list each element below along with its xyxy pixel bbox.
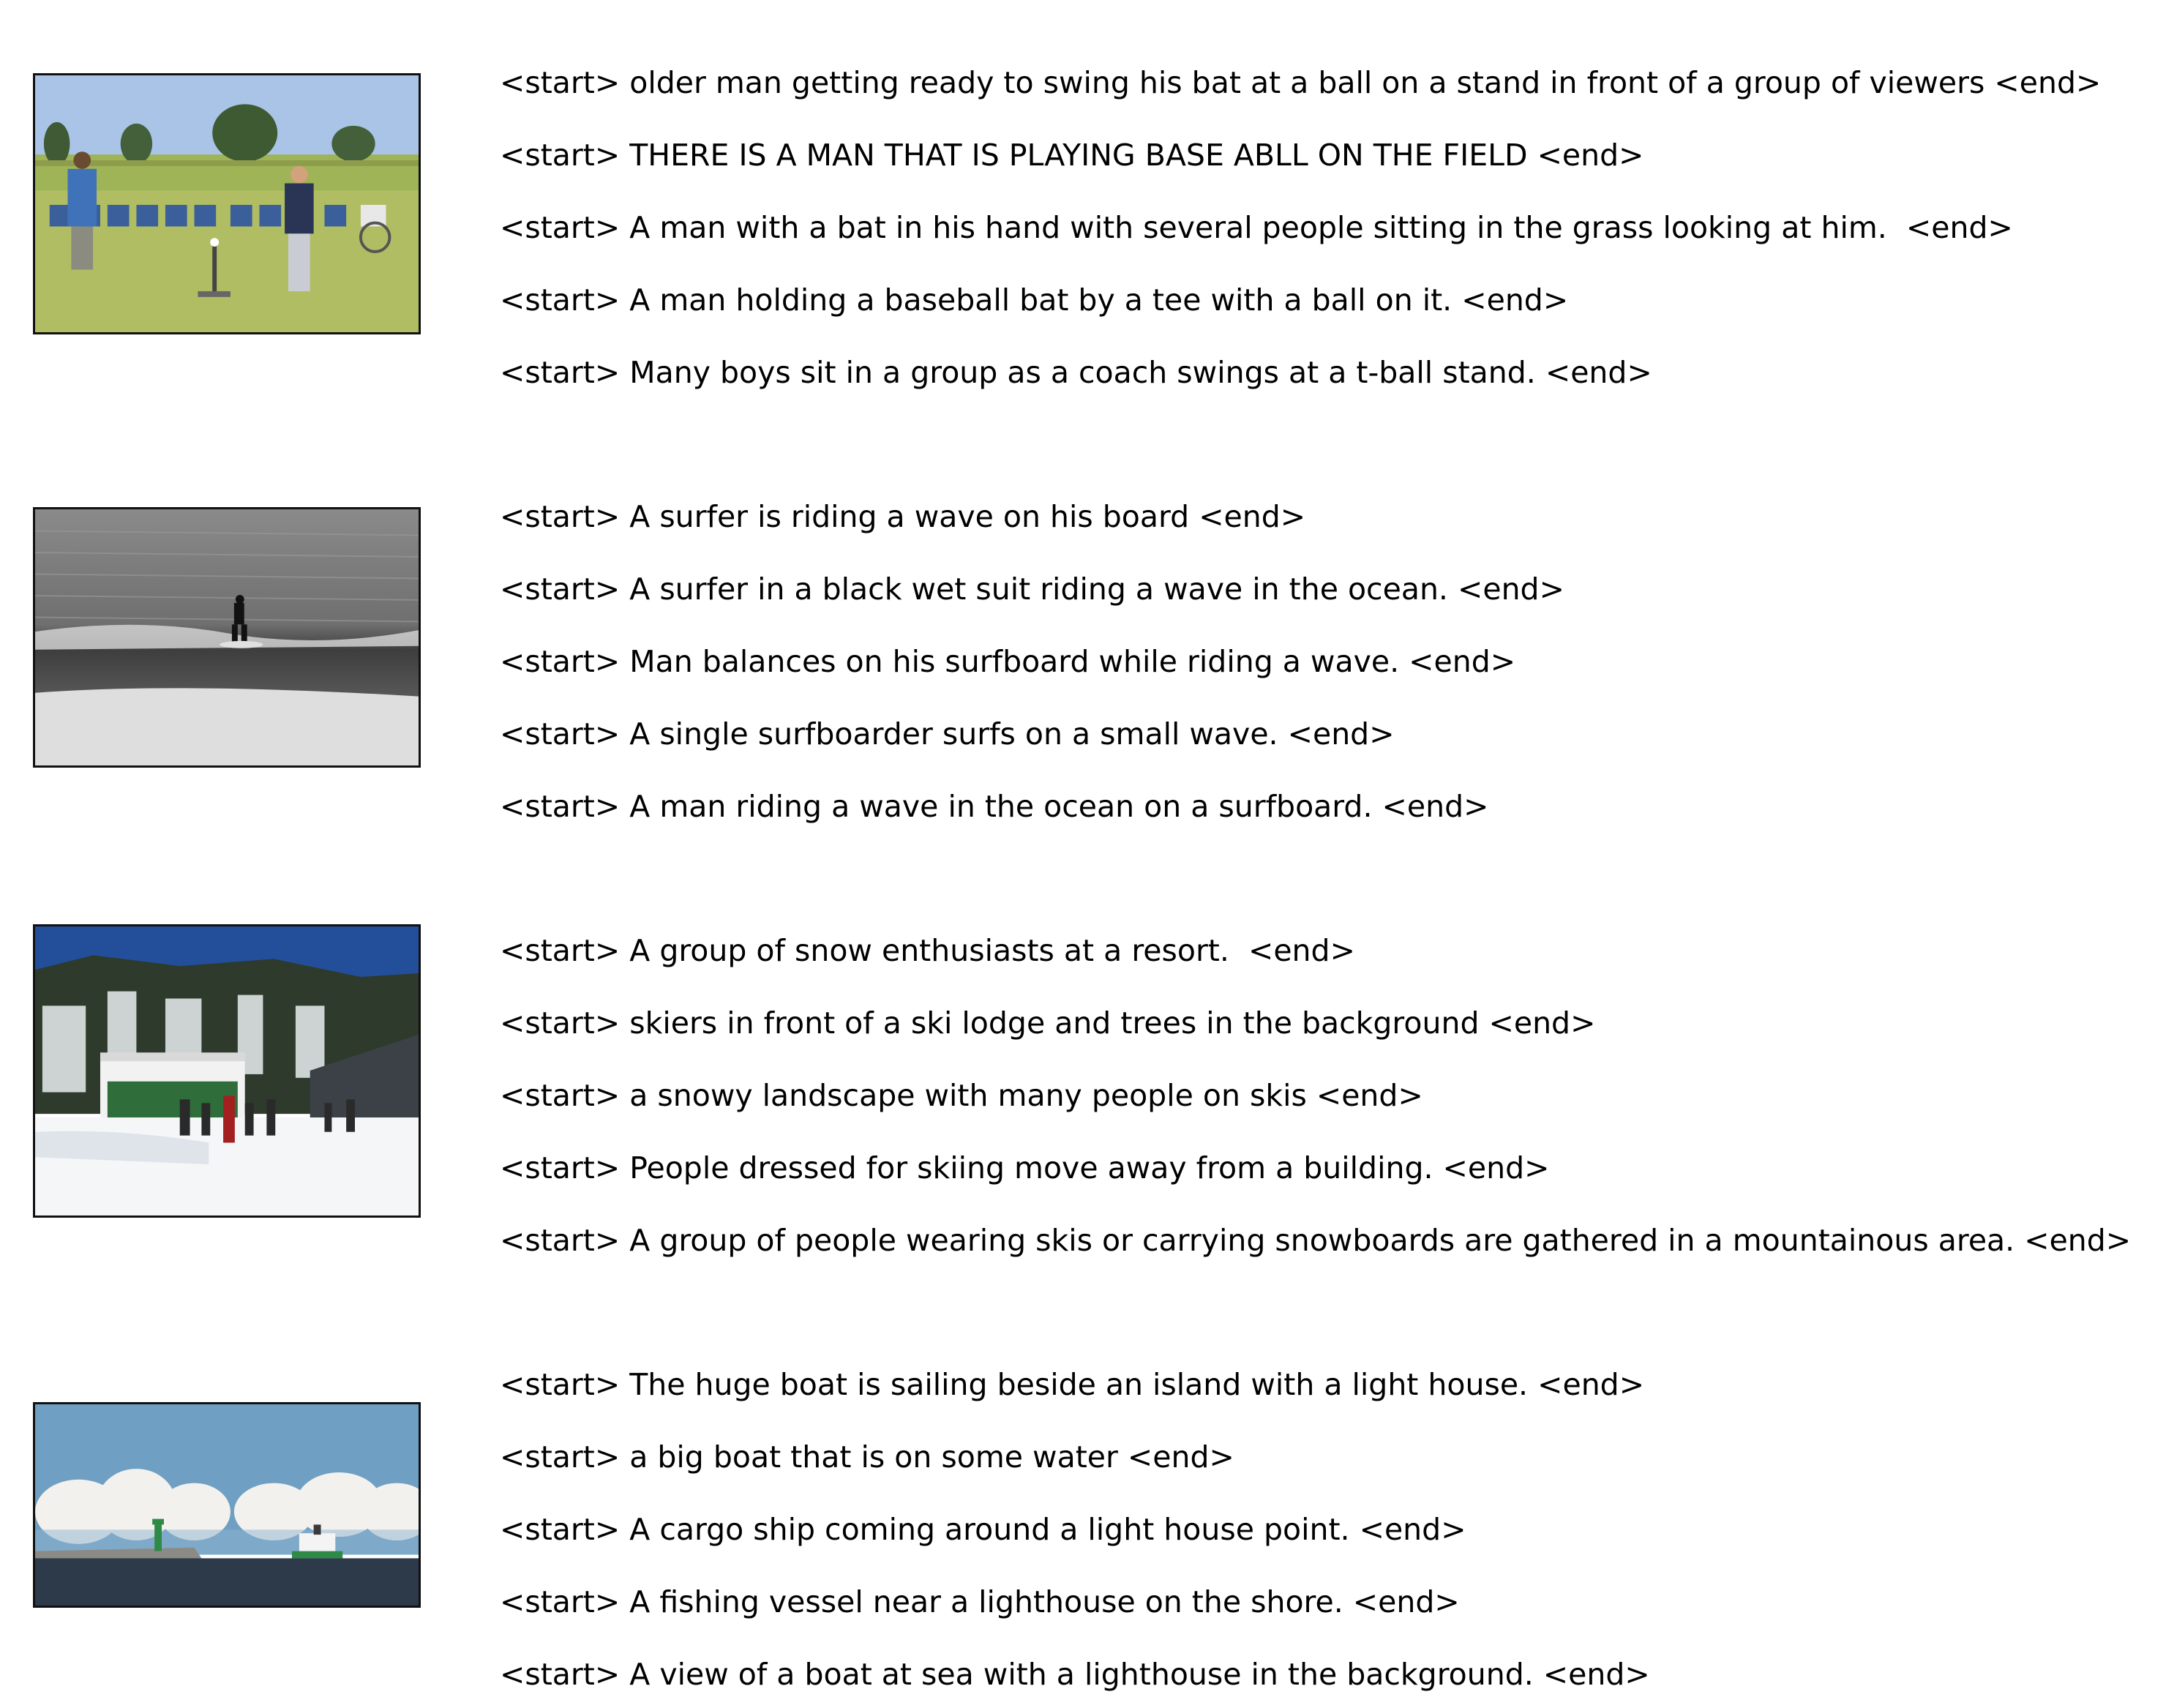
caption-line: <start> THERE IS A MAN THAT IS PLAYING B… bbox=[500, 138, 1644, 173]
caption-line: <start> A surfer is riding a wave on his… bbox=[500, 499, 1306, 534]
caption-line: <start> Many boys sit in a group as a co… bbox=[500, 355, 1652, 390]
caption-line: <start> skiers in front of a ski lodge a… bbox=[500, 1005, 1596, 1041]
caption-line: <start> A single surfboarder surfs on a … bbox=[500, 716, 1395, 752]
caption-line: <start> A group of snow enthusiasts at a… bbox=[500, 933, 1355, 968]
caption-line: <start> older man getting ready to swing… bbox=[500, 65, 2102, 100]
caption-line: <start> Man balances on his surfboard wh… bbox=[500, 644, 1516, 679]
caption-line: <start> a big boat that is on some water… bbox=[500, 1439, 1234, 1475]
surfer-photo bbox=[33, 507, 421, 768]
ski-resort-photo bbox=[33, 924, 421, 1218]
caption-line: <start> People dressed for skiing move a… bbox=[500, 1150, 1550, 1186]
caption-line: <start> A man holding a baseball bat by … bbox=[500, 282, 1569, 318]
caption-line: <start> A view of a boat at sea with a l… bbox=[500, 1657, 1650, 1692]
caption-line: <start> A surfer in a black wet suit rid… bbox=[500, 572, 1564, 607]
caption-line: <start> A fishing vessel near a lighthou… bbox=[500, 1584, 1460, 1619]
caption-line: <start> A man riding a wave in the ocean… bbox=[500, 789, 1489, 824]
caption-line: <start> A man with a bat in his hand wit… bbox=[500, 210, 2013, 245]
baseball-tee-photo bbox=[33, 73, 421, 334]
caption-line: <start> a snowy landscape with many peop… bbox=[500, 1078, 1423, 1113]
caption-line: <start> The huge boat is sailing beside … bbox=[500, 1367, 1645, 1402]
boat-lighthouse-photo bbox=[33, 1402, 421, 1608]
caption-line: <start> A cargo ship coming around a lig… bbox=[500, 1512, 1466, 1547]
caption-line: <start> A group of people wearing skis o… bbox=[500, 1223, 2132, 1258]
